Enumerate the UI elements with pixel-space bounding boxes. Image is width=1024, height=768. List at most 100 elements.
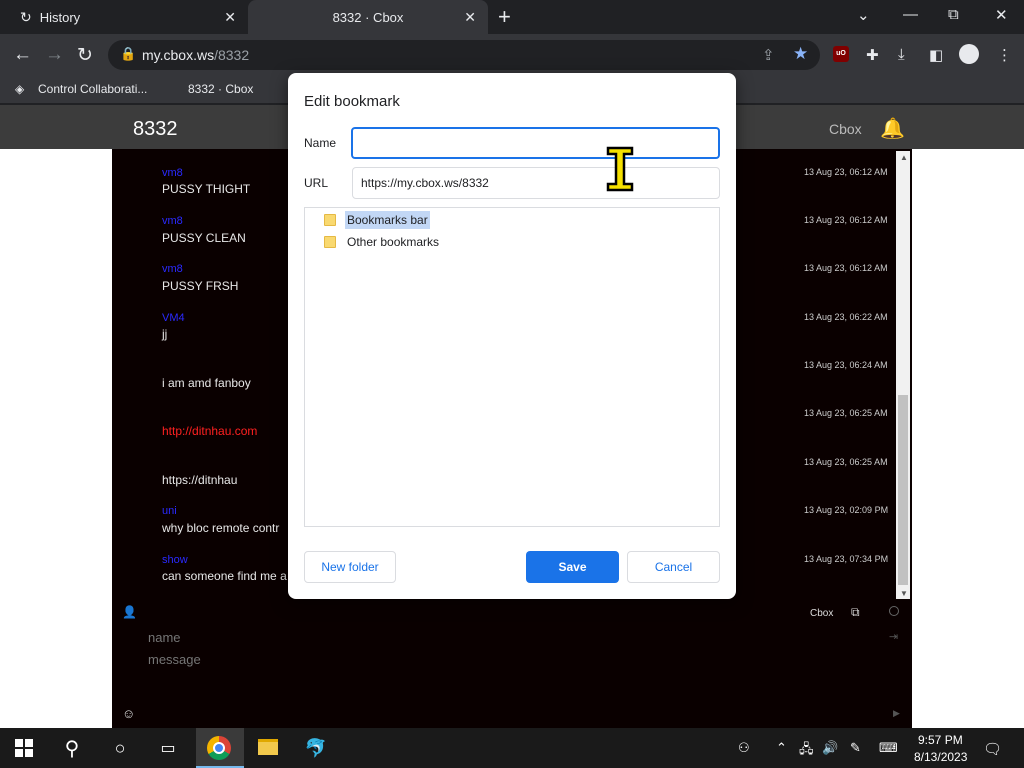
name-label: Name — [304, 136, 337, 150]
download-icon[interactable]: ⤓ — [898, 46, 905, 63]
tab-search-icon[interactable]: ⌄ — [857, 6, 870, 24]
bell-icon[interactable]: 🔔 — [880, 116, 905, 141]
dialog-title: Edit bookmark — [304, 93, 400, 110]
bookmark-name-field[interactable] — [351, 127, 720, 159]
save-button[interactable]: Save — [526, 551, 619, 583]
new-tab-button[interactable]: + — [498, 4, 511, 30]
folder-icon — [324, 236, 336, 248]
folder-tree[interactable] — [304, 207, 720, 527]
login-icon[interactable]: ⇥ — [889, 630, 898, 643]
close-icon[interactable]: ✕ — [464, 9, 476, 26]
search-icon[interactable]: ⚲ — [48, 728, 96, 768]
forward-button[interactable]: → — [45, 44, 64, 66]
clock-date[interactable]: 8/13/2023 — [914, 750, 967, 764]
share-icon[interactable]: ⇪ — [762, 46, 775, 64]
url-path: /8332 — [214, 47, 250, 63]
dolphin-app-icon[interactable]: 🐬 — [292, 728, 340, 768]
bookmark-star-icon[interactable]: ★ — [793, 44, 808, 64]
lock-icon[interactable]: 🔒 — [120, 46, 136, 62]
message-author[interactable]: uni — [162, 505, 177, 517]
history-icon: ↻ — [20, 8, 32, 25]
tray-chevron-icon[interactable]: ⌃ — [776, 740, 787, 756]
new-folder-button[interactable]: New folder — [304, 551, 396, 583]
message-text: can someone find me a — [162, 569, 287, 583]
clock-time[interactable]: 9:57 PM — [918, 733, 963, 747]
user-icon[interactable]: 👤 — [122, 605, 137, 619]
task-view-icon[interactable]: ▭ — [144, 728, 192, 768]
message-time: 13 Aug 23, 06:25 AM — [804, 408, 888, 418]
message-text: jj — [162, 327, 168, 341]
message-author[interactable]: vm8 — [162, 215, 183, 227]
tab-history-label: History — [39, 9, 81, 25]
pen-icon[interactable]: ✎ — [850, 740, 861, 756]
reload-button[interactable]: ↻ — [77, 44, 93, 67]
profile-avatar[interactable] — [959, 44, 979, 64]
folder-label: Bookmarks bar — [345, 211, 430, 229]
message-author[interactable]: vm8 — [162, 167, 183, 179]
people-icon[interactable]: ⚇ — [738, 740, 750, 756]
message-text: https://ditnhau — [162, 473, 238, 487]
minimize-button[interactable]: — — [903, 6, 918, 23]
scroll-up-icon[interactable]: ▲ — [900, 153, 908, 162]
emoji-icon[interactable]: ☺ — [122, 706, 135, 721]
popout-icon[interactable]: ⧉ — [851, 605, 860, 620]
menu-icon[interactable]: ⋮ — [997, 46, 1012, 64]
url-host: my.cbox.ws — [142, 47, 215, 63]
address-text[interactable]: my.cbox.ws/8332 — [142, 47, 249, 63]
message-text: PUSSY CLEAN — [162, 231, 246, 245]
message-time: 13 Aug 23, 06:12 AM — [804, 263, 888, 273]
send-arrow-icon[interactable]: ▶ — [893, 708, 900, 719]
message-time: 13 Aug 23, 07:34 PM — [804, 554, 889, 564]
network-icon[interactable]: 🖧 — [799, 740, 814, 762]
message-time: 13 Aug 23, 02:09 PM — [804, 505, 889, 515]
restore-button[interactable]: ⧉ — [948, 6, 959, 23]
folder-label: Other bookmarks — [347, 235, 440, 249]
cortana-icon[interactable]: ○ — [96, 728, 144, 768]
folder-bookmarks-bar[interactable]: Bookmarks bar — [324, 211, 430, 229]
bookmark-cbox[interactable]: 8332 · Cbox — [188, 82, 253, 96]
tab-cbox[interactable]: 8332 · Cbox ✕ — [248, 0, 488, 34]
ublock-extension-icon[interactable]: uO — [833, 46, 849, 62]
message-time: 13 Aug 23, 06:12 AM — [804, 167, 888, 177]
message-time: 13 Aug 23, 06:12 AM — [804, 215, 888, 225]
bookmark-app-icon: ◈ — [15, 82, 25, 96]
tab-history[interactable]: ↻ History ✕ — [0, 0, 248, 34]
notifications-icon[interactable]: 🗨 — [983, 740, 1002, 758]
back-button[interactable]: ← — [13, 44, 32, 66]
file-explorer-icon[interactable] — [258, 739, 278, 755]
folder-other-bookmarks[interactable]: Other bookmarks — [324, 233, 441, 251]
keyboard-icon[interactable]: ⌨ — [879, 740, 898, 756]
chat-name-input[interactable] — [148, 630, 748, 645]
scroll-down-icon[interactable]: ▼ — [900, 589, 908, 598]
room-title: 8332 — [133, 118, 178, 140]
chat-scrollbar-thumb[interactable] — [898, 395, 908, 585]
folder-icon — [324, 214, 336, 226]
windows-logo-icon — [15, 739, 33, 757]
chat-message-input[interactable] — [148, 652, 748, 667]
cbox-footer-link[interactable]: Cbox — [810, 608, 833, 619]
message-time: 13 Aug 23, 06:24 AM — [804, 360, 888, 370]
bookmark-control-collaboration[interactable]: Control Collaborati... — [38, 82, 147, 96]
bookmark-url-field[interactable] — [352, 167, 720, 199]
window-close-button[interactable]: ✕ — [995, 6, 1008, 24]
message-text: PUSSY FRSH — [162, 279, 239, 293]
message-text: why bloc remote contr — [162, 521, 280, 535]
side-panel-icon[interactable]: ◧ — [929, 46, 943, 64]
message-author[interactable]: VM4 — [162, 312, 185, 324]
message-time: 13 Aug 23, 06:25 AM — [804, 457, 888, 467]
cbox-link[interactable]: Cbox — [829, 121, 862, 137]
message-link[interactable]: http://ditnhau.com — [162, 424, 257, 438]
url-label: URL — [304, 176, 329, 190]
message-author[interactable]: vm8 — [162, 263, 183, 275]
message-time: 13 Aug 23, 06:22 AM — [804, 312, 888, 322]
close-icon[interactable]: ✕ — [224, 9, 236, 26]
message-text: i am amd fanboy — [162, 376, 251, 390]
status-icon[interactable] — [889, 606, 899, 616]
volume-icon[interactable]: 🔊 — [822, 740, 838, 756]
extensions-icon[interactable]: ✚ — [866, 46, 879, 64]
chrome-icon — [207, 736, 231, 760]
text-cursor-icon — [606, 146, 634, 192]
cancel-button[interactable]: Cancel — [627, 551, 720, 583]
message-author[interactable]: show — [162, 554, 188, 566]
windows-start-icon[interactable] — [0, 728, 48, 768]
